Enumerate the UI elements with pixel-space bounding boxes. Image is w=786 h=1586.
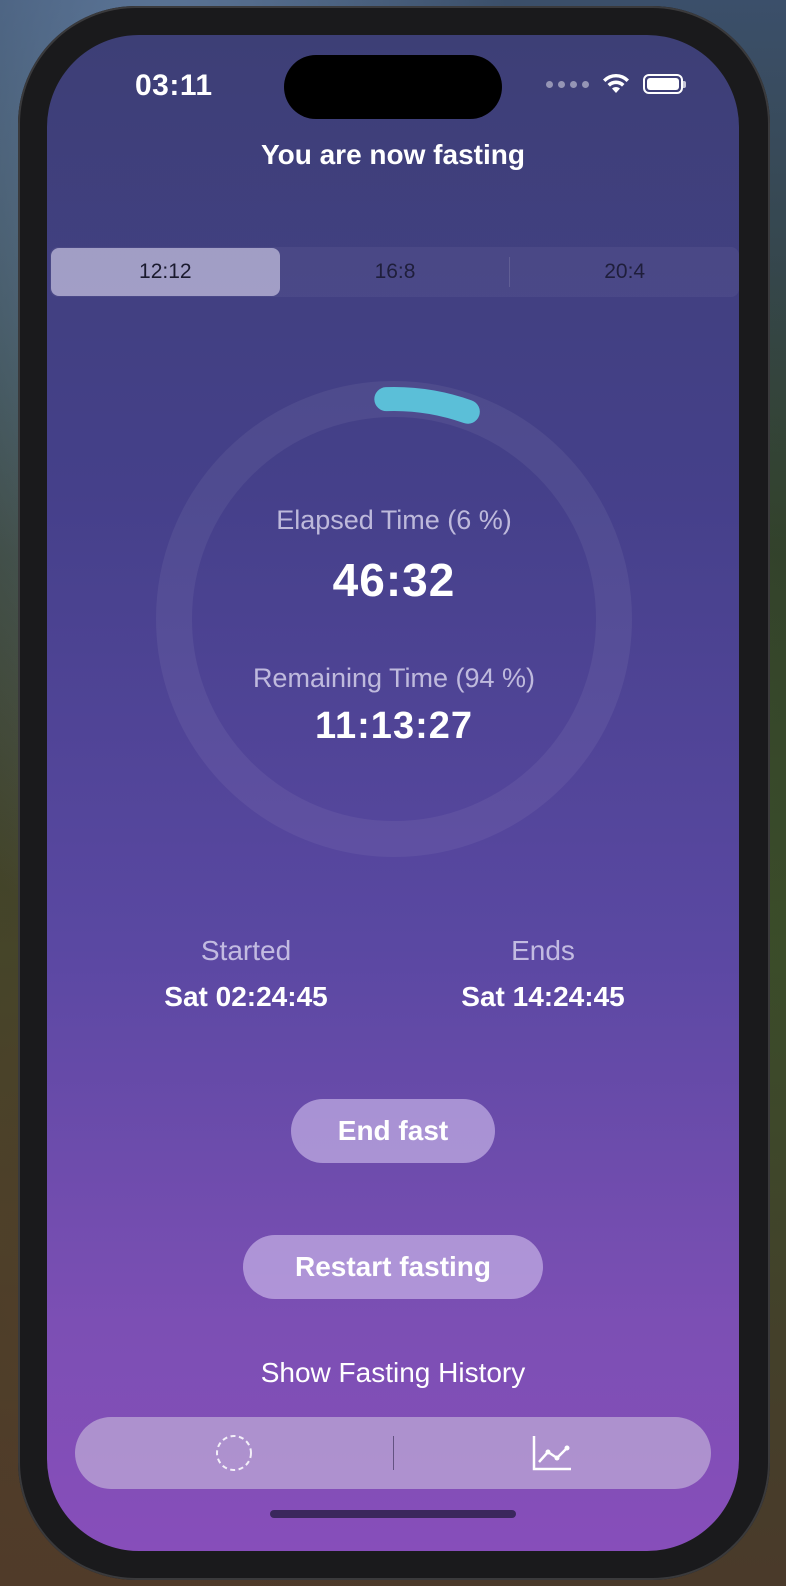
timer-ring-icon — [215, 1435, 252, 1471]
chart-line-icon — [533, 1436, 572, 1471]
plan-option-20-4[interactable]: 20:4 — [510, 247, 739, 297]
show-fasting-history-link[interactable]: Show Fasting History — [47, 1357, 739, 1389]
page-title: You are now fasting — [261, 139, 525, 170]
status-time: 03:11 — [135, 69, 213, 102]
progress-ring-track — [156, 381, 632, 857]
started-label: Started — [200, 935, 292, 966]
started-block: Started Sat 02:24:45 — [96, 935, 396, 1013]
restart-fasting-button[interactable]: Restart fasting — [243, 1235, 543, 1299]
dynamic-island — [284, 55, 502, 119]
wifi-icon — [603, 73, 629, 93]
remaining-label: Remaining Time (94 %) — [252, 663, 536, 693]
ends-block: Ends Sat 14:24:45 — [393, 935, 693, 1013]
tab-bar — [75, 1417, 711, 1489]
cellular-signal-icon — [546, 80, 589, 88]
end-fast-button[interactable]: End fast — [291, 1099, 495, 1163]
progress-ring-graphic — [156, 381, 632, 857]
battery-icon — [643, 74, 686, 94]
elapsed-label: Elapsed Time (6 %) — [276, 505, 512, 535]
home-indicator — [270, 1510, 516, 1518]
fasting-plan-selector: 12:12 16:8 20:4 — [50, 247, 739, 297]
started-value: Sat 02:24:45 — [164, 981, 328, 1012]
plan-option-16-8[interactable]: 16:8 — [281, 247, 510, 297]
tab-history-chart[interactable] — [394, 1417, 712, 1489]
app-screen: 03:11 You are now fasting 12:12 16:8 20:… — [47, 35, 739, 1551]
ends-value: Sat 14:24:45 — [461, 981, 625, 1012]
plan-option-12-12[interactable]: 12:12 — [51, 248, 280, 296]
remaining-value: 11:13:27 — [314, 705, 473, 747]
elapsed-value: 46:32 — [332, 554, 456, 606]
progress-ring: Elapsed Time (6 %) 46:32 Remaining Time … — [154, 379, 634, 859]
tab-timer[interactable] — [75, 1417, 393, 1489]
status-indicators — [546, 73, 686, 95]
ends-label: Ends — [511, 935, 575, 966]
